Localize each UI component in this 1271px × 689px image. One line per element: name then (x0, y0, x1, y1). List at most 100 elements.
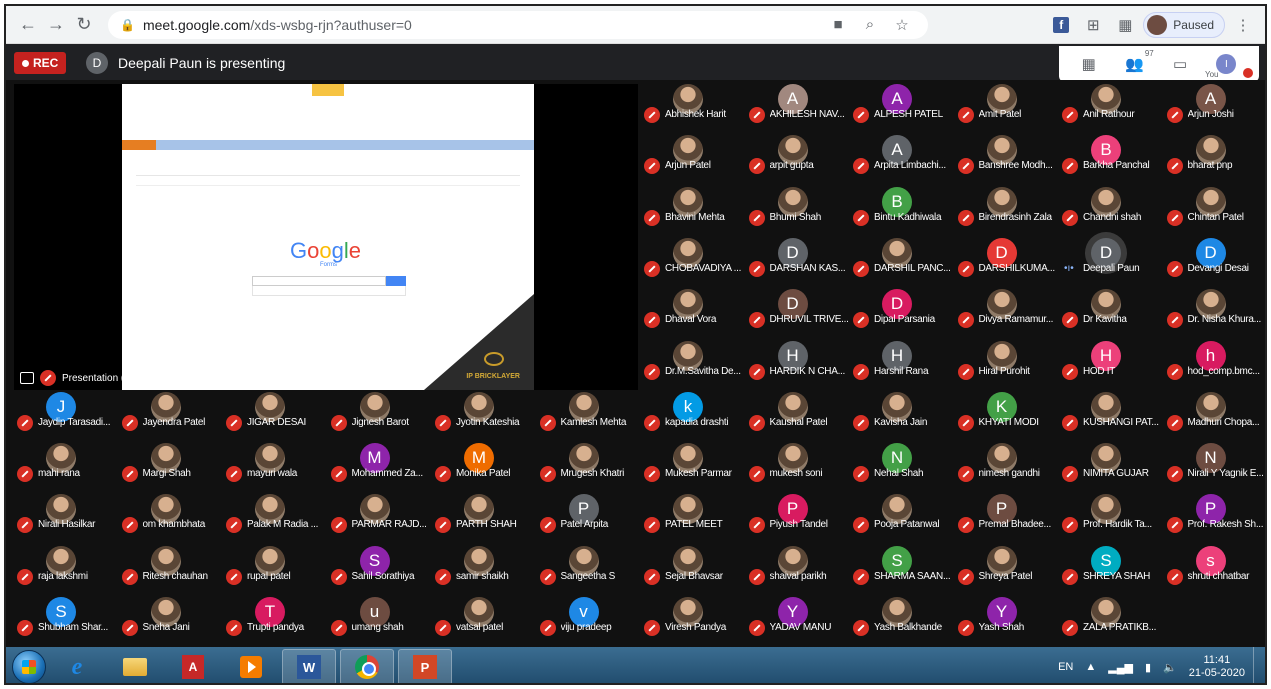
participant-tile[interactable]: P Patel Arpita (539, 492, 642, 543)
taskbar-acrobat[interactable]: A (166, 649, 220, 683)
participant-tile[interactable]: Shreya Patel (957, 544, 1060, 595)
taskbar-powerpoint[interactable]: P (398, 649, 452, 683)
participant-tile[interactable]: Dr.M.Savitha De... (643, 339, 746, 390)
language-indicator[interactable]: EN (1058, 661, 1073, 673)
participant-tile[interactable]: Sneha Jani (121, 595, 224, 646)
participant-tile[interactable]: Chandni shah (1061, 185, 1164, 236)
participant-tile[interactable]: A AKHILESH NAV... (748, 82, 851, 133)
chat-icon[interactable]: ▭ (1173, 55, 1187, 73)
participant-tile[interactable]: D Dipal Parsania (852, 287, 955, 338)
participant-tile[interactable]: v viju pradeep (539, 595, 642, 646)
participant-tile[interactable]: P Premal Bhadee... (957, 492, 1060, 543)
participant-tile[interactable]: M Mohammed Za... (330, 441, 433, 492)
participant-tile[interactable]: Palak M Radia ... (225, 492, 328, 543)
participant-tile[interactable]: Abhishek Harit (643, 82, 746, 133)
address-bar[interactable]: 🔒 meet.google.com/xds-wsbg-rjn?authuser=… (108, 10, 928, 39)
participant-tile[interactable]: Sangeetha S (539, 544, 642, 595)
participant-tile[interactable]: A Arjun Joshi (1166, 82, 1266, 133)
participant-tile[interactable]: bharat pnp (1166, 133, 1266, 184)
profile-chip[interactable]: Paused (1143, 11, 1225, 38)
participant-tile[interactable]: A ALPESH PATEL (852, 82, 955, 133)
participant-tile[interactable]: Jyotin Kateshia (434, 390, 537, 441)
participant-tile[interactable]: Hiral Purohit (957, 339, 1060, 390)
participant-tile[interactable]: Bhumi Shah (748, 185, 851, 236)
participant-tile[interactable]: u umang shah (330, 595, 433, 646)
participant-tile[interactable]: D Devangi Desai (1166, 236, 1266, 287)
menu-kebab-icon[interactable]: ⋮ (1229, 11, 1257, 39)
participant-tile[interactable]: shaival parikh (748, 544, 851, 595)
participant-tile[interactable]: N Nirali Y Yagnik E... (1166, 441, 1266, 492)
participant-tile[interactable]: H Harshil Rana (852, 339, 955, 390)
participant-tile[interactable]: Bhavini Mehta (643, 185, 746, 236)
participant-tile[interactable]: Kavisha Jain (852, 390, 955, 441)
bookmark-star-icon[interactable]: ☆ (888, 11, 916, 39)
participant-tile[interactable]: Dhaval Vora (643, 287, 746, 338)
participant-tile[interactable]: Kamlesh Mehta (539, 390, 642, 441)
participant-tile[interactable]: N Nehal Shah (852, 441, 955, 492)
participant-tile[interactable]: Madhuri Chopa... (1166, 390, 1266, 441)
presentation-tile[interactable]: Google Forms IP BRICKLAYER Presentation … (14, 84, 638, 390)
participant-tile[interactable]: Birendrasinh Zala (957, 185, 1060, 236)
participant-tile[interactable]: ZALA PRATIKB... (1061, 595, 1164, 646)
participant-tile[interactable]: s shruti chhatbar (1166, 544, 1266, 595)
show-desktop-button[interactable] (1253, 647, 1265, 683)
participant-tile[interactable]: D DARSHAN KAS... (748, 236, 851, 287)
back-icon[interactable]: ← (14, 11, 42, 39)
participant-tile[interactable]: PARTH SHAH (434, 492, 537, 543)
participant-tile[interactable]: CHOBAVADIYA ... (643, 236, 746, 287)
participant-tile[interactable]: S Shubham Shar... (16, 595, 119, 646)
participant-tile[interactable]: Y Yash Shah (957, 595, 1060, 646)
participant-tile[interactable]: Y YADAV MANU (748, 595, 851, 646)
participant-tile[interactable]: D DHRUVIL TRIVE... (748, 287, 851, 338)
participant-tile[interactable]: Sejal Bhavsar (643, 544, 746, 595)
participant-tile[interactable]: S Sahil Sorathiya (330, 544, 433, 595)
taskbar-word[interactable]: W (282, 649, 336, 683)
network-icon[interactable]: ▂▄▆ (1108, 661, 1133, 674)
participant-tile[interactable]: mahi rana (16, 441, 119, 492)
table-extension-icon[interactable]: ▦ (1111, 11, 1139, 39)
taskbar-explorer[interactable] (108, 649, 162, 683)
people-icon[interactable]: 👥 97 (1125, 49, 1154, 73)
participant-tile[interactable]: A Arpita Limbachi... (852, 133, 955, 184)
start-button[interactable] (12, 650, 46, 683)
volume-icon[interactable]: 🔈 (1163, 661, 1177, 674)
participant-tile[interactable]: H HARDIK N CHA... (748, 339, 851, 390)
reload-icon[interactable]: ↻ (70, 11, 98, 39)
battery-icon[interactable]: ▮ (1145, 661, 1151, 674)
self-avatar[interactable]: I (1216, 54, 1237, 74)
participant-tile[interactable]: Dr Kavitha (1061, 287, 1164, 338)
participant-tile[interactable]: Ritesh chauhan (121, 544, 224, 595)
participant-tile[interactable]: arpit gupta (748, 133, 851, 184)
participant-tile[interactable]: Mukesh Parmar (643, 441, 746, 492)
participant-tile[interactable]: KUSHANGI PAT... (1061, 390, 1164, 441)
participant-tile[interactable]: Amit Patel (957, 82, 1060, 133)
participant-tile[interactable]: D •ı• Deepali Paun (1061, 236, 1164, 287)
taskbar-ie[interactable]: e (50, 649, 104, 683)
participant-tile[interactable]: raja lakshmi (16, 544, 119, 595)
participant-tile[interactable]: T Trupti pandya (225, 595, 328, 646)
participant-tile[interactable]: k kapadia drashti (643, 390, 746, 441)
participant-tile[interactable]: nimesh gandhi (957, 441, 1060, 492)
participant-tile[interactable]: K KHYATI MODI (957, 390, 1060, 441)
participant-tile[interactable]: JIGAR DESAI (225, 390, 328, 441)
participant-tile[interactable]: samir shaikh (434, 544, 537, 595)
participant-tile[interactable]: Dr. Nisha Khura... (1166, 287, 1266, 338)
zoom-icon[interactable]: ⌕ (856, 11, 884, 39)
participant-tile[interactable]: Jignesh Barot (330, 390, 433, 441)
participant-tile[interactable]: Divya Ramamur... (957, 287, 1060, 338)
participant-tile[interactable]: Viresh Pandya (643, 595, 746, 646)
participant-tile[interactable]: Mrugesh Khatri (539, 441, 642, 492)
participant-tile[interactable]: PARMAR RAJD... (330, 492, 433, 543)
participant-tile[interactable]: P Piyush Tandel (748, 492, 851, 543)
participant-tile[interactable]: Chintan Patel (1166, 185, 1266, 236)
participant-tile[interactable]: Pooja Patanwal (852, 492, 955, 543)
participant-tile[interactable]: J Jaydip Tarasadi... (16, 390, 119, 441)
participant-tile[interactable]: H HOD IT (1061, 339, 1164, 390)
participant-tile[interactable]: rupal patel (225, 544, 328, 595)
participant-tile[interactable]: Margi Shah (121, 441, 224, 492)
layout-grid-icon[interactable]: ▦ (1082, 55, 1096, 73)
participant-tile[interactable]: NIMITA GUJAR (1061, 441, 1164, 492)
participant-tile[interactable]: S SHREYA SHAH (1061, 544, 1164, 595)
grid-extension-icon[interactable]: ⊞ (1079, 11, 1107, 39)
tray-expand-icon[interactable]: ▲ (1085, 661, 1096, 673)
